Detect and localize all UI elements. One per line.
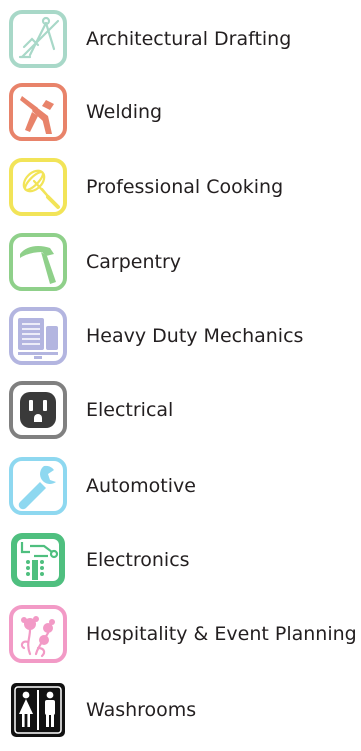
legend-item-heavy-duty-mechanics: Heavy Duty Mechanics <box>8 305 361 367</box>
legend-label: Professional Cooking <box>86 175 284 198</box>
legend-item-professional-cooking: Professional Cooking <box>8 156 361 218</box>
legend-item-electronics: Electronics <box>8 529 361 591</box>
legend-label: Electronics <box>86 548 190 571</box>
legend-item-automotive: Automotive <box>8 455 361 517</box>
legend-item-washrooms: Washrooms <box>8 679 361 741</box>
legend-label: Carpentry <box>86 250 182 273</box>
legend-item-hospitality-event-planning: Hospitality & Event Planning <box>8 603 361 665</box>
legend-label: Electrical <box>86 398 174 421</box>
welding-torch-icon <box>8 82 68 142</box>
legend-label: Hospitality & Event Planning <box>86 622 357 645</box>
circuit-board-icon <box>8 530 68 590</box>
flowers-icon <box>8 604 68 664</box>
wrench-icon <box>8 456 68 516</box>
washroom-icon <box>8 680 68 740</box>
legend-label: Architectural Drafting <box>86 27 292 50</box>
hammer-icon <box>8 232 68 292</box>
legend-item-electrical: Electrical <box>8 379 361 441</box>
legend-item-carpentry: Carpentry <box>8 231 361 293</box>
legend-label: Welding <box>86 100 163 123</box>
truck-icon <box>8 306 68 366</box>
legend: Architectural Drafting Welding Professio… <box>0 0 361 751</box>
drafting-compass-icon <box>8 9 68 69</box>
whisk-icon <box>8 157 68 217</box>
legend-label: Heavy Duty Mechanics <box>86 324 304 347</box>
legend-item-welding: Welding <box>8 81 361 143</box>
legend-label: Washrooms <box>86 698 197 721</box>
legend-item-architectural-drafting: Architectural Drafting <box>8 8 361 70</box>
legend-label: Automotive <box>86 474 196 497</box>
electrical-outlet-icon <box>8 380 68 440</box>
